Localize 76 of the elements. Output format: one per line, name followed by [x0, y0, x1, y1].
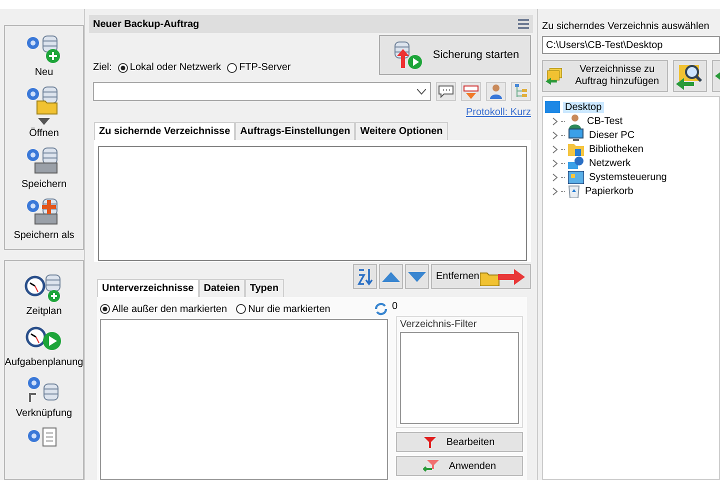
- globe-monitor-icon: [568, 156, 584, 170]
- search-folder-button[interactable]: [673, 60, 707, 92]
- tab[interactable]: Unterverzeichnisse: [97, 279, 199, 297]
- toolbar-label[interactable]: Neu: [34, 67, 54, 78]
- expand-chevron-icon[interactable]: [551, 144, 558, 154]
- tree-item[interactable]: Netzwerk: [587, 158, 633, 168]
- target-label: Ziel:: [93, 62, 112, 73]
- group-title: Verzeichnis-Filter: [400, 319, 478, 330]
- tab[interactable]: Zu sichernde Verzeichnisse: [94, 122, 236, 140]
- expand-chevron-icon[interactable]: [551, 186, 558, 196]
- log-level-link[interactable]: Protokoll: Kurz: [466, 107, 531, 118]
- panel-title: Neuer Backup-Auftrag: [93, 18, 200, 30]
- recycle-bin-icon: [568, 184, 580, 198]
- up-triangle-icon: [382, 272, 400, 282]
- add-directories-button[interactable]: Verzeichnisse zu Auftrag hinzufügen: [542, 60, 668, 92]
- dropdown-chevron-icon: [417, 88, 426, 94]
- toolbar-label[interactable]: Aufgabenplanung: [4, 357, 84, 368]
- speech-bubble-icon: [438, 85, 454, 98]
- radio-button[interactable]: Alle außer den markierten: [100, 304, 228, 314]
- list-triangle-icon: [463, 84, 479, 98]
- tab[interactable]: Weitere Optionen: [355, 122, 448, 140]
- toolbar-label[interactable]: Zeitplan: [26, 306, 62, 317]
- radio-button[interactable]: Lokal oder Netzwerk: [118, 62, 222, 73]
- dropdown-triangle-icon[interactable]: [38, 118, 50, 125]
- list-dropdown-button[interactable]: [461, 82, 481, 101]
- menu-icon[interactable]: [518, 19, 529, 29]
- down-triangle-icon: [408, 272, 426, 282]
- expand-chevron-icon[interactable]: [551, 116, 558, 126]
- toolbar-label[interactable]: Speichern als: [14, 230, 74, 241]
- expand-chevron-icon[interactable]: [551, 172, 558, 182]
- refresh-icon[interactable]: [374, 302, 388, 316]
- expand-chevron-icon[interactable]: [551, 130, 558, 140]
- apply-button[interactable]: Anwenden: [396, 456, 523, 476]
- tree-item[interactable]: Papierkorb: [583, 186, 636, 196]
- user-button[interactable]: [486, 82, 506, 101]
- tree-structure-icon: [514, 84, 528, 99]
- funnel-icon: [424, 436, 436, 448]
- move-down-button[interactable]: [405, 264, 429, 289]
- funnel-arrow-icon: [422, 460, 439, 472]
- person-icon: [568, 114, 582, 128]
- sort-az-icon: [356, 268, 374, 286]
- tree-item[interactable]: Dieser PC: [587, 130, 637, 140]
- tree-item[interactable]: CB-Test: [585, 116, 625, 126]
- tree-item[interactable]: Bibliotheken: [587, 144, 646, 154]
- monitor-icon: [568, 128, 584, 142]
- directory-list[interactable]: [98, 146, 527, 261]
- toolbar-label[interactable]: Öffnen: [29, 128, 59, 139]
- speech-bubble-button[interactable]: [436, 82, 456, 101]
- toolbar-label[interactable]: Speichern: [21, 179, 67, 190]
- monitor-icon: [545, 101, 560, 113]
- job-dropdown[interactable]: [93, 82, 431, 101]
- tree-view-button[interactable]: [511, 82, 531, 101]
- start-backup-button[interactable]: Sicherung starten: [379, 35, 531, 75]
- folder-icon: [568, 142, 584, 156]
- edit-button[interactable]: Bearbeiten: [396, 432, 523, 452]
- tab[interactable]: Auftrags-Einstellungen: [235, 122, 356, 140]
- radio-button[interactable]: FTP-Server: [227, 62, 291, 73]
- path-field[interactable]: C:\Users\CB-Test\Desktop: [542, 36, 720, 54]
- control-panel-icon: [568, 170, 584, 184]
- radio-circle-icon[interactable]: [100, 304, 110, 314]
- count-label: 0: [392, 300, 399, 312]
- radio-button[interactable]: Nur die markierten: [236, 304, 330, 314]
- expand-chevron-icon[interactable]: [551, 158, 558, 168]
- radio-circle-icon[interactable]: [236, 304, 246, 314]
- tree-item[interactable]: Systemsteuerung: [587, 172, 669, 182]
- person-icon: [489, 84, 503, 99]
- radio-circle-icon[interactable]: [227, 62, 238, 72]
- tree-item[interactable]: Desktop: [563, 102, 604, 112]
- radio-circle-icon[interactable]: [118, 62, 128, 72]
- move-up-button[interactable]: [379, 264, 403, 289]
- toolbar-label[interactable]: Verknüpfung: [16, 408, 72, 419]
- sort-button[interactable]: [353, 264, 377, 289]
- panel-title: Zu sicherndes Verzeichnis auswählen: [542, 21, 710, 32]
- filter-list[interactable]: [400, 332, 519, 424]
- remove-button[interactable]: Entfernen: [431, 264, 531, 289]
- folder-arrow-icon: [480, 268, 526, 286]
